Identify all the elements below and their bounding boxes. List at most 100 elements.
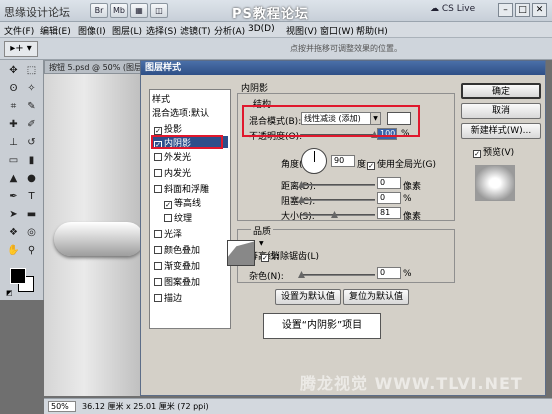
minibridge-button[interactable]: Mb [110,3,128,18]
checkbox-icon[interactable] [154,278,162,286]
checkbox-icon[interactable]: ✓ [261,254,269,262]
menu-edit[interactable]: 编辑(E) [40,24,71,37]
style-item-outer-glow[interactable]: 外发光 [154,150,191,163]
choke-slider[interactable] [298,196,375,203]
style-item-color-overlay[interactable]: 颜色叠加 [154,243,200,256]
minimize-button[interactable]: – [498,3,513,17]
blur-tool-icon[interactable]: ▲ [6,172,21,186]
style-item-drop-shadow[interactable]: ✓ 投影 [154,122,182,135]
checkbox-icon[interactable] [154,153,162,161]
menu-file[interactable]: 文件(F) [4,24,34,37]
style-item-bevel-emboss[interactable]: 斜面和浮雕 [154,182,209,195]
menu-view[interactable]: 视图(V) [286,24,317,37]
reset-default-button[interactable]: 复位为默认值 [343,289,409,305]
dodge-tool-icon[interactable]: ● [24,172,39,186]
move-tool-icon[interactable]: ✥ [6,64,21,78]
history-brush-icon[interactable]: ↺ [24,136,39,150]
distance-input[interactable]: 0 [377,177,401,189]
checkbox-icon[interactable]: ✓ [154,127,162,135]
checkbox-icon[interactable] [154,169,162,177]
menu-window[interactable]: 窗口(W) [320,24,354,37]
style-item-gradient-overlay[interactable]: 渐变叠加 [154,259,200,272]
magic-wand-icon[interactable]: ✧ [24,82,39,96]
choke-input[interactable]: 0 [377,192,401,204]
eraser-tool-icon[interactable]: ▭ [6,154,21,168]
app-titlebar: 思缘设计论坛 Br Mb ▦ ◫ PS教程论坛 ☁ CS Live – □ ✕ [0,0,552,22]
cs-live-button[interactable]: ☁ CS Live [430,4,475,14]
menu-layer[interactable]: 图层(L) [112,24,142,37]
hand-tool-icon[interactable]: ✋ [6,244,21,258]
checkbox-icon[interactable] [154,185,162,193]
style-item-texture[interactable]: 纹理 [164,211,192,224]
menu-3d[interactable]: 3D(D) [248,24,275,34]
menu-help[interactable]: 帮助(H) [356,24,388,37]
document-tab[interactable]: 按钮 5.psd @ 50% (图层 [44,60,154,74]
contour-picker[interactable] [227,240,255,266]
angle-dial[interactable] [301,148,327,174]
close-button[interactable]: ✕ [532,3,547,17]
crop-tool-icon[interactable]: ⌗ [6,100,21,114]
path-select-icon[interactable]: ➤ [6,208,21,222]
size-input[interactable]: 81 [377,207,401,219]
marquee-tool-icon[interactable]: ⬚ [24,64,39,78]
antialias-checkbox[interactable]: ✓ 消除锯齿(L) [261,249,319,262]
healing-brush-icon[interactable]: ✚ [6,118,21,132]
3d-orbit-icon[interactable]: ◎ [24,226,39,240]
zoom-level-button[interactable]: ◫ [150,3,168,18]
global-light-checkbox[interactable]: ✓ 使用全局光(G) [367,157,436,170]
set-default-button[interactable]: 设置为默认值 [275,289,341,305]
menu-filter[interactable]: 滤镜(T) [180,24,211,37]
style-item-satin[interactable]: 光泽 [154,227,182,240]
zoom-tool-icon[interactable]: ⚲ [24,244,39,258]
checkbox-icon[interactable] [154,246,162,254]
distance-slider[interactable] [298,181,375,188]
brush-tool-icon[interactable]: ✐ [24,118,39,132]
style-item-stroke[interactable]: 描边 [154,291,182,304]
styles-list: 样式 混合选项:默认 ✓ 投影 ✓ 内阴影 外发光 内发光 斜面和浮雕 ✓ 等高线 纹… [149,89,231,329]
eyedropper-icon[interactable]: ✎ [24,100,39,114]
3d-rotate-icon[interactable]: ❖ [6,226,21,240]
checkbox-icon[interactable] [154,230,162,238]
new-style-button[interactable]: 新建样式(W)... [461,123,541,139]
document-dimensions: 36.12 厘米 x 25.01 厘米 (72 ppi) [82,402,209,411]
button-artwork [54,222,144,256]
noise-input[interactable]: 0 [377,267,401,279]
bridge-button[interactable]: Br [90,3,108,18]
ok-button[interactable]: 确定 [461,83,541,99]
size-slider[interactable] [301,211,375,218]
angle-input[interactable]: 90 [331,155,355,167]
lasso-tool-icon[interactable]: ʘ [6,82,21,96]
stamp-tool-icon[interactable]: ⊥ [6,136,21,150]
status-bar: 50% 36.12 厘米 x 25.01 厘米 (72 ppi) [44,398,552,414]
styles-header[interactable]: 样式 [152,92,170,105]
style-item-pattern-overlay[interactable]: 图案叠加 [154,275,200,288]
menu-image[interactable]: 图像(I) [78,24,106,37]
zoom-field[interactable]: 50% [48,401,76,412]
chevron-down-icon[interactable]: ▼ [259,240,264,247]
preview-checkbox[interactable]: ✓ 预览(V) [473,145,514,158]
shape-tool-icon[interactable]: ▬ [24,208,39,222]
maximize-button[interactable]: □ [515,3,530,17]
checkbox-icon[interactable] [154,262,162,270]
checkbox-icon[interactable]: ✓ [473,150,481,158]
foreground-color-swatch[interactable] [10,268,26,284]
menu-analysis[interactable]: 分析(A) [214,24,245,37]
default-colors-icon[interactable]: ◩ [6,289,13,297]
gradient-tool-icon[interactable]: ▮ [24,154,39,168]
checkbox-icon[interactable]: ✓ [164,201,172,209]
pen-tool-icon[interactable]: ✒ [6,190,21,204]
blend-options-item[interactable]: 混合选项:默认 [152,106,209,119]
menu-select[interactable]: 选择(S) [146,24,177,37]
cancel-button[interactable]: 取消 [461,103,541,119]
document-canvas[interactable] [44,74,144,396]
style-item-inner-glow[interactable]: 内发光 [154,166,191,179]
checkbox-icon[interactable] [164,214,172,222]
checkbox-icon[interactable]: ✓ [367,162,375,170]
view-extras-button[interactable]: ▦ [130,3,148,18]
type-tool-icon[interactable]: T [24,190,39,204]
tool-preset-picker[interactable]: ▸+ ▾ [4,41,38,57]
checkbox-icon[interactable] [154,294,162,302]
contour-curve-icon [228,241,254,265]
noise-slider[interactable] [298,271,375,278]
style-item-contour[interactable]: ✓ 等高线 [164,196,201,209]
